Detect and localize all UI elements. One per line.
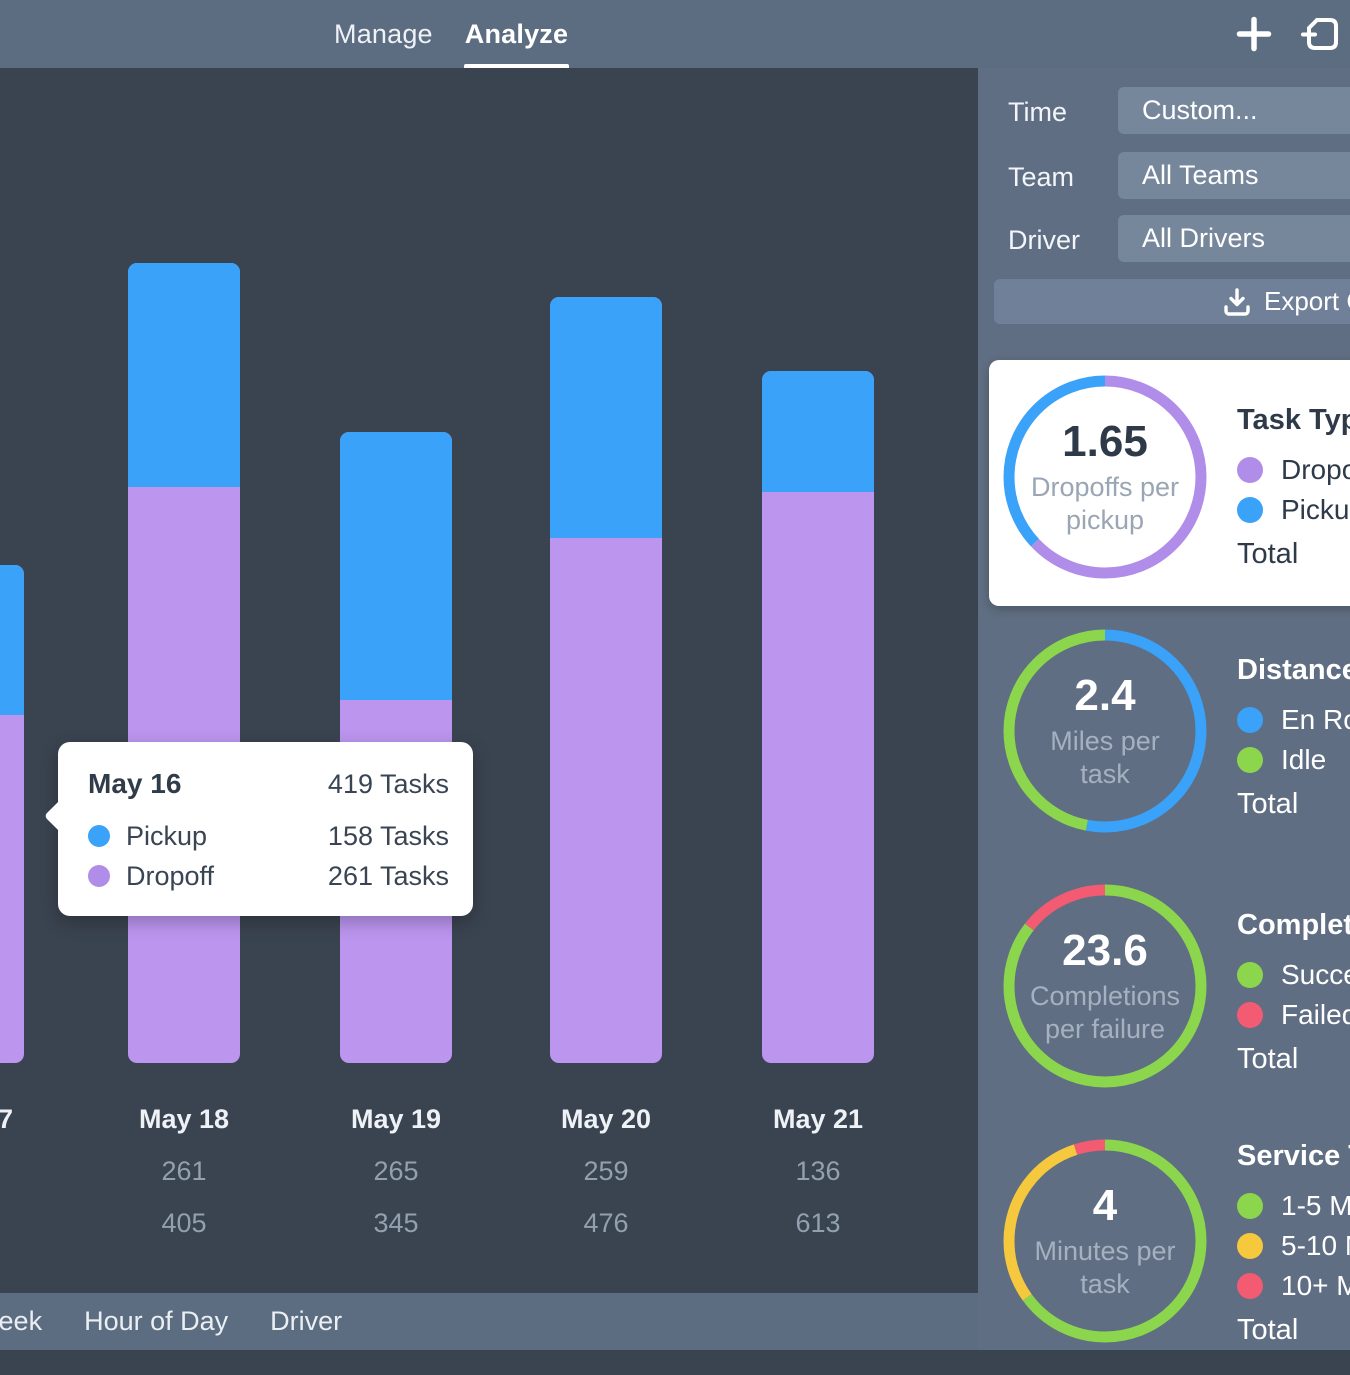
chart-tooltip: May 16 419 Tasks Pickup 158 Tasks Dropof… xyxy=(58,742,473,916)
bar-chart: May 16 419 Tasks Pickup 158 Tasks Dropof… xyxy=(0,68,978,1293)
legend-row: Pickup xyxy=(1237,490,1350,530)
card-task-types[interactable]: 1.65 Dropoffs per pickup Task Types Drop… xyxy=(989,360,1350,606)
legend-label: Pickup xyxy=(1281,494,1350,526)
tab-hour-of-day[interactable]: Hour of Day xyxy=(84,1293,228,1350)
bar-may-17[interactable] xyxy=(0,565,24,1063)
team-filter-dropdown[interactable]: All Teams xyxy=(1118,152,1350,199)
legend-row: Idle xyxy=(1237,740,1350,780)
legend-dot-icon xyxy=(1237,707,1263,733)
service-time-legend: Service Time 1-5 Mins 5-10 Mins 10+ Mins T… xyxy=(1237,1120,1350,1347)
axis-row1: 265 xyxy=(316,1156,476,1187)
download-icon xyxy=(1222,287,1252,322)
axis-row2: 405 xyxy=(104,1208,264,1239)
tooltip-total: 419 Tasks xyxy=(328,769,449,800)
legend-label: 5-10 Mins xyxy=(1281,1230,1350,1262)
driver-filter-dropdown[interactable]: All Drivers xyxy=(1118,215,1350,262)
legend-label: Dropoff xyxy=(1281,454,1350,486)
legend-dot-icon xyxy=(1237,962,1263,988)
bar-may-21[interactable] xyxy=(762,371,874,1063)
chart-type-bar: Day of Week Hour of Day Driver xyxy=(0,1293,978,1350)
team-filter-label: Team xyxy=(1008,162,1074,193)
legend-label: En Route xyxy=(1281,704,1350,736)
export-label: Export CSV xyxy=(1264,279,1350,324)
legend-row: Dropoff xyxy=(1237,450,1350,490)
axis-row1: 136 xyxy=(738,1156,898,1187)
completions-legend: Completions Succeeded Failed Total xyxy=(1237,865,1350,1076)
task-types-donut: 1.65 Dropoffs per pickup xyxy=(1000,372,1210,582)
legend-row: 5-10 Mins xyxy=(1237,1226,1350,1266)
legend-row: 10+ Mins xyxy=(1237,1266,1350,1306)
card-service-time[interactable]: 4 Minutes per task Service Time 1-5 Mins… xyxy=(978,1120,1350,1375)
legend-label: 10+ Mins xyxy=(1281,1270,1350,1302)
legend-dot-icon xyxy=(1237,457,1263,483)
completions-donut: 23.6 Completions per failure xyxy=(1000,881,1210,1091)
legend-row: 1-5 Mins xyxy=(1237,1186,1350,1226)
legend-dot-icon xyxy=(1237,1273,1263,1299)
legend-title: Task Types xyxy=(1237,404,1350,438)
axis-row2: 476 xyxy=(526,1208,686,1239)
tab-day-of-week[interactable]: Day of Week xyxy=(0,1293,42,1350)
legend-label: Idle xyxy=(1281,744,1326,776)
import-device-icon[interactable] xyxy=(1300,13,1342,55)
tab-analyze[interactable]: Analyze xyxy=(464,0,569,68)
time-filter-label: Time xyxy=(1008,97,1067,128)
distance-legend: Distance En Route Idle Total xyxy=(1237,610,1350,821)
tooltip-row-pickup: Pickup 158 Tasks xyxy=(88,816,449,856)
task-types-legend: Task Types Dropoff Pickup Total xyxy=(1237,360,1350,571)
tab-manage[interactable]: Manage xyxy=(333,0,434,68)
card-distance[interactable]: 2.4 Miles per task Distance En Route Idle… xyxy=(978,610,1350,865)
card-completions[interactable]: 23.6 Completions per failure Completions… xyxy=(978,865,1350,1120)
legend-label: Failed xyxy=(1281,999,1350,1031)
legend-label: 1-5 Mins xyxy=(1281,1190,1350,1222)
time-filter-dropdown[interactable]: Custom... xyxy=(1118,87,1350,134)
analytics-sidebar: Time Custom... Team All Teams Driver All… xyxy=(978,68,1350,1350)
legend-row: Failed xyxy=(1237,995,1350,1035)
pickup-dot-icon xyxy=(88,825,110,847)
legend-dot-icon xyxy=(1237,1002,1263,1028)
axis-row1: 259 xyxy=(526,1156,686,1187)
axis-row2: 613 xyxy=(738,1208,898,1239)
plus-icon[interactable] xyxy=(1236,16,1272,52)
bar-may-20[interactable] xyxy=(550,297,662,1063)
tooltip-row-dropoff: Dropoff 261 Tasks xyxy=(88,856,449,896)
bar-may-18[interactable] xyxy=(128,263,240,1063)
legend-dot-icon xyxy=(1237,1233,1263,1259)
axis-date: May 19 xyxy=(316,1104,476,1135)
axis-date: May 20 xyxy=(526,1104,686,1135)
driver-filter-label: Driver xyxy=(1008,225,1080,256)
legend-total: Total xyxy=(1237,1314,1350,1347)
top-bar: Manage Analyze xyxy=(0,0,1350,68)
legend-row: Succeeded xyxy=(1237,955,1350,995)
legend-row: En Route xyxy=(1237,700,1350,740)
dropoff-dot-icon xyxy=(88,865,110,887)
axis-row2: 345 xyxy=(316,1208,476,1239)
tooltip-arrow xyxy=(44,799,78,833)
distance-donut: 2.4 Miles per task xyxy=(1000,626,1210,836)
legend-label: Succeeded xyxy=(1281,959,1350,991)
legend-title: Service Time xyxy=(1237,1140,1350,1174)
legend-dot-icon xyxy=(1237,1193,1263,1219)
legend-dot-icon xyxy=(1237,497,1263,523)
export-csv-button[interactable]: Export CSV xyxy=(994,279,1350,324)
legend-dot-icon xyxy=(1237,747,1263,773)
service-time-donut: 4 Minutes per task xyxy=(1000,1136,1210,1346)
tooltip-date: May 16 xyxy=(88,768,181,800)
tab-driver[interactable]: Driver xyxy=(270,1293,342,1350)
axis-date: May 17 xyxy=(0,1104,48,1135)
axis-row1: 261 xyxy=(104,1156,264,1187)
legend-title: Completions xyxy=(1237,909,1350,943)
legend-total: Total xyxy=(1237,788,1350,821)
top-nav: Manage Analyze xyxy=(333,0,569,68)
axis-date: May 21 xyxy=(738,1104,898,1135)
legend-title: Distance xyxy=(1237,654,1350,688)
axis-date: May 18 xyxy=(104,1104,264,1135)
legend-total: Total xyxy=(1237,538,1350,571)
legend-total: Total xyxy=(1237,1043,1350,1076)
